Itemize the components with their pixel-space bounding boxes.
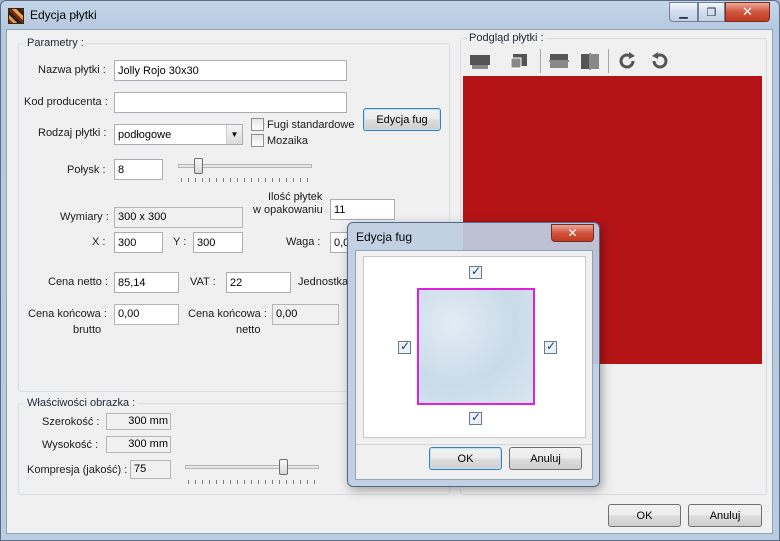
app-tile-icon bbox=[8, 8, 24, 24]
rotate-right-icon bbox=[619, 52, 635, 69]
tool-rotate-right-button[interactable] bbox=[615, 49, 641, 73]
flip-horizontal-icon bbox=[581, 53, 599, 70]
nazwa-input[interactable] bbox=[114, 60, 347, 81]
tile-swatch bbox=[417, 288, 535, 405]
tool-flip-vertical-button[interactable] bbox=[546, 49, 572, 73]
wysokosc-label: Wysokość : bbox=[42, 439, 99, 451]
toolbar-separator bbox=[608, 49, 609, 73]
flip-vertical-icon bbox=[549, 54, 569, 68]
waga-label: Waga : bbox=[286, 236, 321, 248]
edycja-fug-dialog: Edycja fug ✕ OK Anuluj bbox=[347, 222, 600, 487]
rotate-left-icon bbox=[652, 52, 668, 69]
fuga-top-checkbox[interactable] bbox=[469, 264, 482, 279]
tool-rotate-left-button[interactable] bbox=[646, 49, 672, 73]
dialog-ok-button[interactable]: OK bbox=[429, 447, 502, 470]
polysk-slider-thumb[interactable] bbox=[193, 158, 203, 174]
parametry-legend: Parametry : bbox=[25, 37, 86, 49]
dialog-cancel-button[interactable]: Anuluj bbox=[509, 447, 582, 470]
dialog-close-button[interactable]: ✕ bbox=[551, 224, 594, 242]
minimize-button[interactable]: ▁ bbox=[669, 2, 698, 22]
cena-koncowa-netto-value: 0,00 bbox=[272, 304, 339, 325]
close-icon: ✕ bbox=[567, 226, 578, 240]
wymiary-value: 300 x 300 bbox=[114, 207, 243, 228]
wysokosc-value: 300 mm bbox=[106, 436, 171, 453]
y-label: Y : bbox=[173, 236, 187, 248]
fugi-frame bbox=[363, 256, 586, 438]
fugi-standardowe-checkbox[interactable] bbox=[251, 118, 264, 131]
kompresja-slider-thumb[interactable] bbox=[278, 459, 288, 475]
kompresja-value[interactable]: 75 bbox=[130, 460, 171, 479]
fuga-left-checkbox[interactable] bbox=[398, 339, 411, 354]
close-icon: ✕ bbox=[742, 4, 753, 19]
dialog-title: Edycja fug bbox=[356, 230, 413, 244]
cena-koncowa-brutto-label: Cena końcowa : bbox=[28, 308, 107, 320]
rodzaj-selected-value: podłogowe bbox=[118, 129, 172, 141]
mozaika-checkbox[interactable] bbox=[251, 134, 264, 147]
window-title: Edycja płytki bbox=[30, 8, 97, 22]
kompresja-slider-ticks bbox=[188, 480, 318, 484]
cena-koncowa-netto-sublabel: netto bbox=[236, 324, 261, 336]
cena-koncowa-netto-label: Cena końcowa : bbox=[188, 308, 267, 320]
ilosc-label-2: w opakowaniu bbox=[253, 204, 323, 216]
rodzaj-select[interactable]: podłogowe ▼ bbox=[114, 124, 243, 145]
dialog-divider bbox=[356, 444, 592, 445]
podglad-legend: Podgląd płytki : bbox=[467, 32, 546, 44]
wymiary-label: Wymiary : bbox=[60, 211, 109, 223]
maximize-button[interactable]: ❐ bbox=[698, 2, 725, 22]
kompresja-label: Kompresja (jakość) : bbox=[27, 464, 128, 476]
ok-button[interactable]: OK bbox=[608, 504, 681, 527]
kod-label: Kod producenta : bbox=[24, 96, 108, 108]
dialog-client: OK Anuluj bbox=[355, 250, 593, 480]
fuga-right-checkbox[interactable] bbox=[544, 339, 557, 354]
tile-center-icon bbox=[510, 54, 527, 69]
vat-label: VAT : bbox=[190, 276, 216, 288]
tool-flip-horizontal-button[interactable] bbox=[577, 49, 603, 73]
edycja-fug-button[interactable]: Edycja fug bbox=[363, 108, 441, 131]
vat-input[interactable] bbox=[226, 272, 291, 293]
tool-center-button[interactable] bbox=[506, 49, 532, 73]
x-input[interactable] bbox=[114, 232, 163, 253]
mozaika-label: Mozaika bbox=[267, 135, 308, 147]
szerokosc-value: 300 mm bbox=[106, 413, 171, 430]
restore-icon: ❐ bbox=[706, 6, 717, 19]
cena-netto-input[interactable] bbox=[114, 272, 179, 293]
cancel-button[interactable]: Anuluj bbox=[688, 504, 762, 527]
close-button[interactable]: ✕ bbox=[725, 2, 770, 22]
x-label: X : bbox=[92, 236, 106, 248]
kod-producenta-input[interactable] bbox=[114, 92, 347, 113]
fuga-bottom-checkbox[interactable] bbox=[469, 410, 482, 425]
jednostka-label: Jednostka bbox=[298, 276, 349, 288]
polysk-input[interactable] bbox=[114, 159, 163, 180]
tool-fill-button[interactable] bbox=[467, 49, 493, 73]
polysk-slider-ticks bbox=[181, 178, 311, 182]
polysk-label: Połysk : bbox=[67, 164, 106, 176]
minimize-icon: ▁ bbox=[679, 6, 688, 19]
kompresja-slider-track[interactable] bbox=[185, 465, 319, 469]
szerokosc-label: Szerokość : bbox=[42, 416, 100, 428]
cena-koncowa-brutto-sublabel: brutto bbox=[73, 324, 102, 336]
fugi-standardowe-label: Fugi standardowe bbox=[267, 119, 355, 131]
nazwa-label: Nazwa płytki : bbox=[38, 64, 106, 76]
cena-koncowa-brutto-value: 0,00 bbox=[114, 304, 179, 325]
ilosc-label-1: Ilość płytek bbox=[268, 191, 323, 203]
cena-netto-label: Cena netto : bbox=[48, 276, 108, 288]
chevron-down-icon[interactable]: ▼ bbox=[226, 125, 242, 144]
rodzaj-label: Rodzaj płytki : bbox=[38, 127, 107, 139]
ilosc-input[interactable] bbox=[330, 199, 395, 220]
toolbar-separator bbox=[540, 49, 541, 73]
tile-fill-icon bbox=[470, 55, 490, 69]
obrazek-legend: Właściwości obrazka : bbox=[25, 397, 138, 409]
y-input[interactable] bbox=[193, 232, 243, 253]
title-bar[interactable]: Edycja płytki ▁ ❐ ✕ bbox=[1, 1, 779, 29]
